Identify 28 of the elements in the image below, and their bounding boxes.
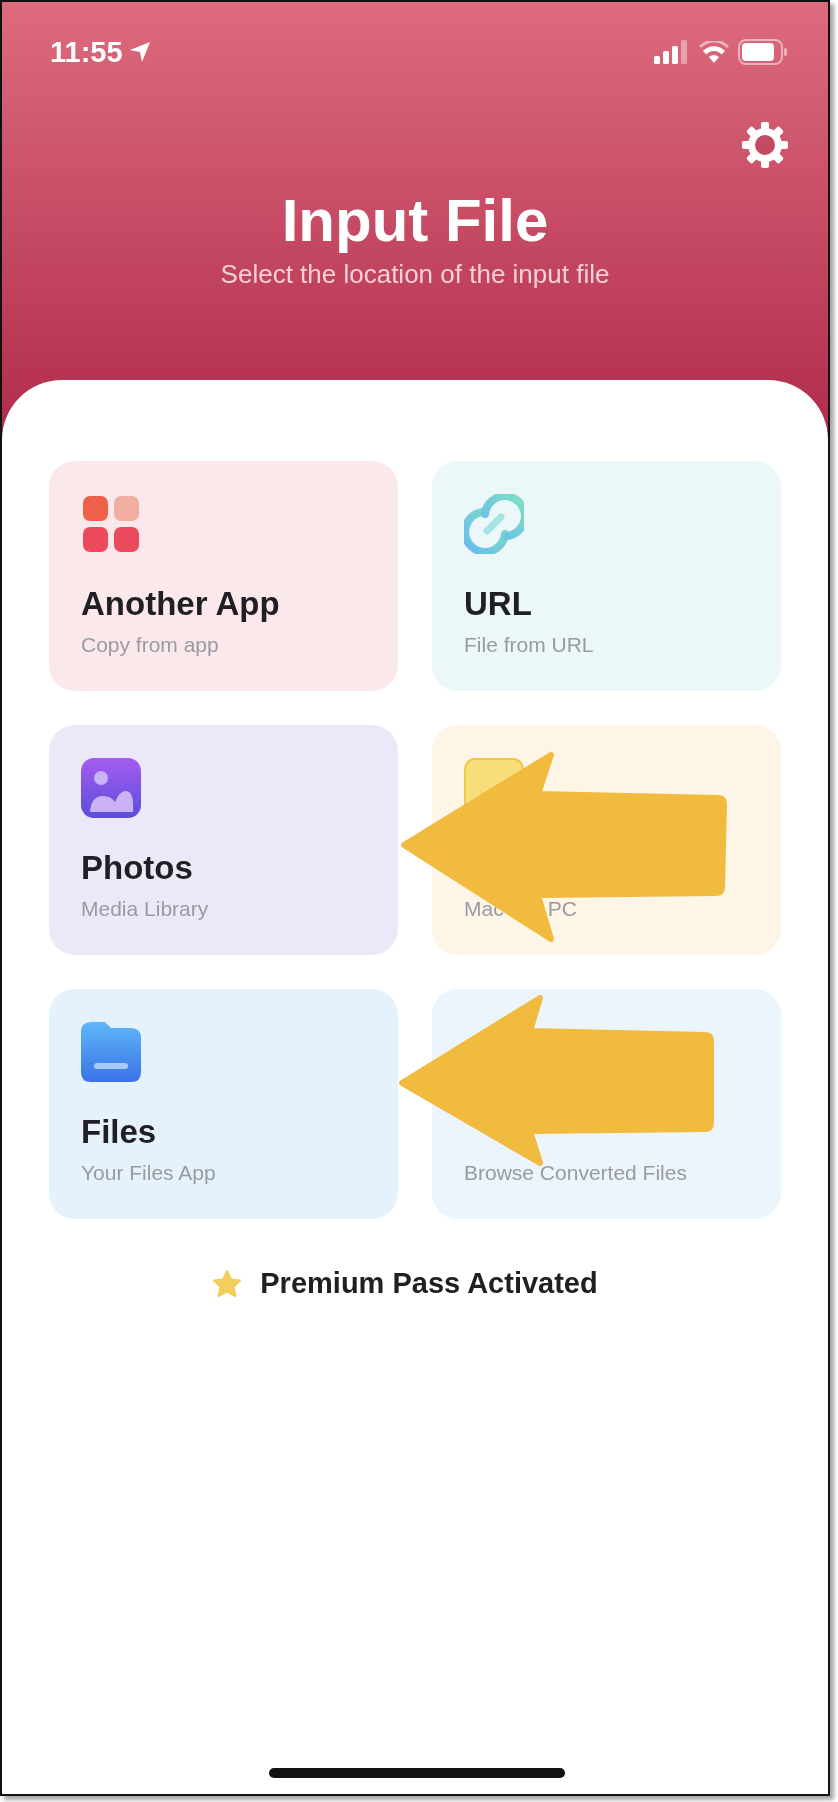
card-title: Files [81, 1112, 158, 1152]
card-subtitle: File from URL [464, 632, 594, 658]
card-title: URL [464, 584, 533, 624]
card-subtitle: Browse Converted Files [464, 1160, 687, 1186]
source-card[interactable]: URL File from URL [432, 461, 781, 691]
star-icon [212, 1268, 243, 1299]
card-subtitle: PC [547, 896, 577, 922]
settings-icon[interactable] [742, 122, 788, 168]
status-time: 11:55 [50, 35, 123, 69]
source-card[interactable]: Another App Copy from app [49, 461, 398, 691]
location-arrow-icon [128, 41, 151, 63]
card-title: Photos [81, 848, 194, 888]
source-card[interactable]: Photos Media Library [49, 725, 398, 955]
wifi-icon [699, 41, 729, 63]
folder-icon [81, 1022, 141, 1082]
signal-icon [654, 40, 690, 64]
page-title: Input File [280, 188, 550, 254]
source-card[interactable]: Files Your Files App [49, 989, 398, 1219]
premium-status: Premium Pass Activated [260, 1267, 598, 1300]
card-subtitle: Media Library [81, 896, 209, 922]
apps-grid-icon [81, 494, 141, 554]
card-subtitle: Copy from app [81, 632, 219, 658]
page-subtitle: Select the location of the input file [219, 258, 611, 290]
image-icon [81, 758, 141, 818]
card-title: Another App [81, 584, 281, 624]
card-subtitle: Your Files App [81, 1160, 216, 1186]
link-icon [464, 494, 524, 554]
battery-icon [738, 39, 788, 65]
